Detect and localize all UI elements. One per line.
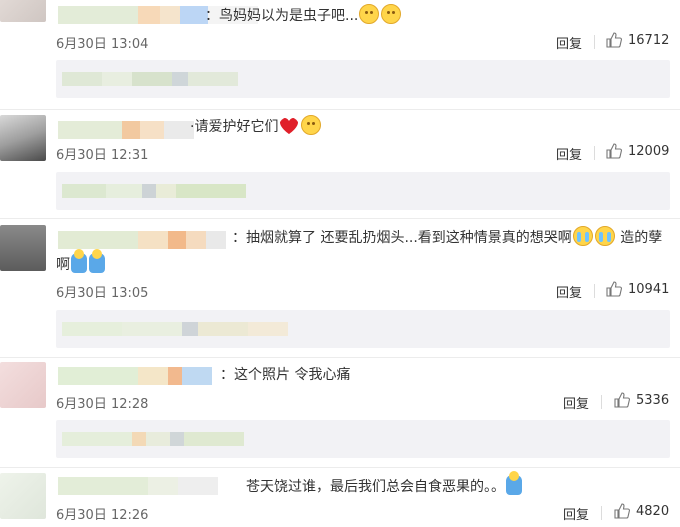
sub-reply-box[interactable] (56, 60, 670, 98)
like-button[interactable]: 5336 (614, 392, 669, 408)
divider (594, 146, 595, 160)
comment-date: 6月30日 12:26 (56, 508, 149, 523)
comment-text: ：抽烟就算了 还要乱扔烟头...看到这种情景真的想哭啊 造的孽 (232, 226, 662, 249)
like-count: 12009 (628, 143, 670, 159)
like-button[interactable]: 16712 (606, 32, 669, 48)
divider (594, 35, 595, 49)
thumbs-up-icon (606, 143, 622, 159)
username-blurred[interactable] (58, 231, 226, 249)
reply-button[interactable]: 回复 (556, 144, 582, 163)
sub-reply-box[interactable] (56, 420, 670, 458)
like-button[interactable]: 12009 (606, 143, 669, 159)
avatar[interactable] (0, 473, 46, 519)
divider (594, 284, 595, 298)
sub-reply-box[interactable] (56, 310, 670, 348)
comment-text: ·请爱护好它们 (190, 115, 322, 138)
avatar[interactable] (0, 0, 46, 22)
username-blurred[interactable] (58, 477, 218, 495)
comment-text: 苍天饶过谁，最后我们总会自食恶果的。。 (246, 471, 523, 498)
like-button[interactable]: 10941 (606, 281, 669, 297)
reply-button[interactable]: 回复 (556, 282, 582, 301)
like-count: 5336 (636, 392, 670, 408)
reply-button[interactable]: 回复 (563, 504, 589, 523)
smile-emoji-icon (301, 115, 322, 135)
divider (0, 357, 680, 358)
divider (0, 218, 680, 219)
like-button[interactable]: 4820 (614, 503, 669, 519)
avatar[interactable] (0, 362, 46, 408)
avatar[interactable] (0, 225, 46, 271)
thumbs-up-icon (606, 281, 622, 297)
kneeling-emoji-icon (89, 249, 105, 273)
reply-button[interactable]: 回复 (563, 393, 589, 412)
username-blurred[interactable] (58, 367, 212, 385)
kneeling-emoji-icon (506, 471, 522, 495)
comment-date: 6月30日 12:31 (56, 148, 149, 163)
divider (0, 109, 680, 110)
comment-text-line2: 啊 (56, 249, 106, 276)
crying-emoji-icon (594, 226, 615, 246)
sub-reply-blurred (62, 184, 246, 198)
like-count: 10941 (628, 281, 670, 297)
divider (0, 467, 680, 468)
crying-emoji-icon (572, 226, 593, 246)
like-count: 16712 (628, 32, 670, 48)
like-count: 4820 (636, 503, 670, 519)
comment-date: 6月30日 12:28 (56, 397, 149, 412)
smile-emoji-icon (359, 4, 380, 24)
sub-reply-box[interactable] (56, 172, 670, 210)
thumbs-up-icon (614, 503, 630, 519)
divider (601, 506, 602, 520)
sub-reply-blurred (62, 322, 288, 336)
thumbs-up-icon (606, 32, 622, 48)
comment-date: 6月30日 13:04 (56, 37, 149, 52)
smile-emoji-icon (381, 4, 402, 24)
thumbs-up-icon (614, 392, 630, 408)
username-blurred[interactable] (58, 121, 194, 139)
comment-text: ：鸟妈妈以为是虫子吧... (205, 4, 402, 27)
reply-button[interactable]: 回复 (556, 33, 582, 52)
avatar[interactable] (0, 115, 46, 161)
comment-text: ：这个照片 令我心痛 (220, 367, 351, 383)
kneeling-emoji-icon (71, 249, 87, 273)
heart-emoji-icon (280, 118, 299, 134)
sub-reply-blurred (62, 72, 238, 86)
sub-reply-blurred (62, 432, 244, 446)
divider (601, 395, 602, 409)
comment-date: 6月30日 13:05 (56, 286, 149, 301)
